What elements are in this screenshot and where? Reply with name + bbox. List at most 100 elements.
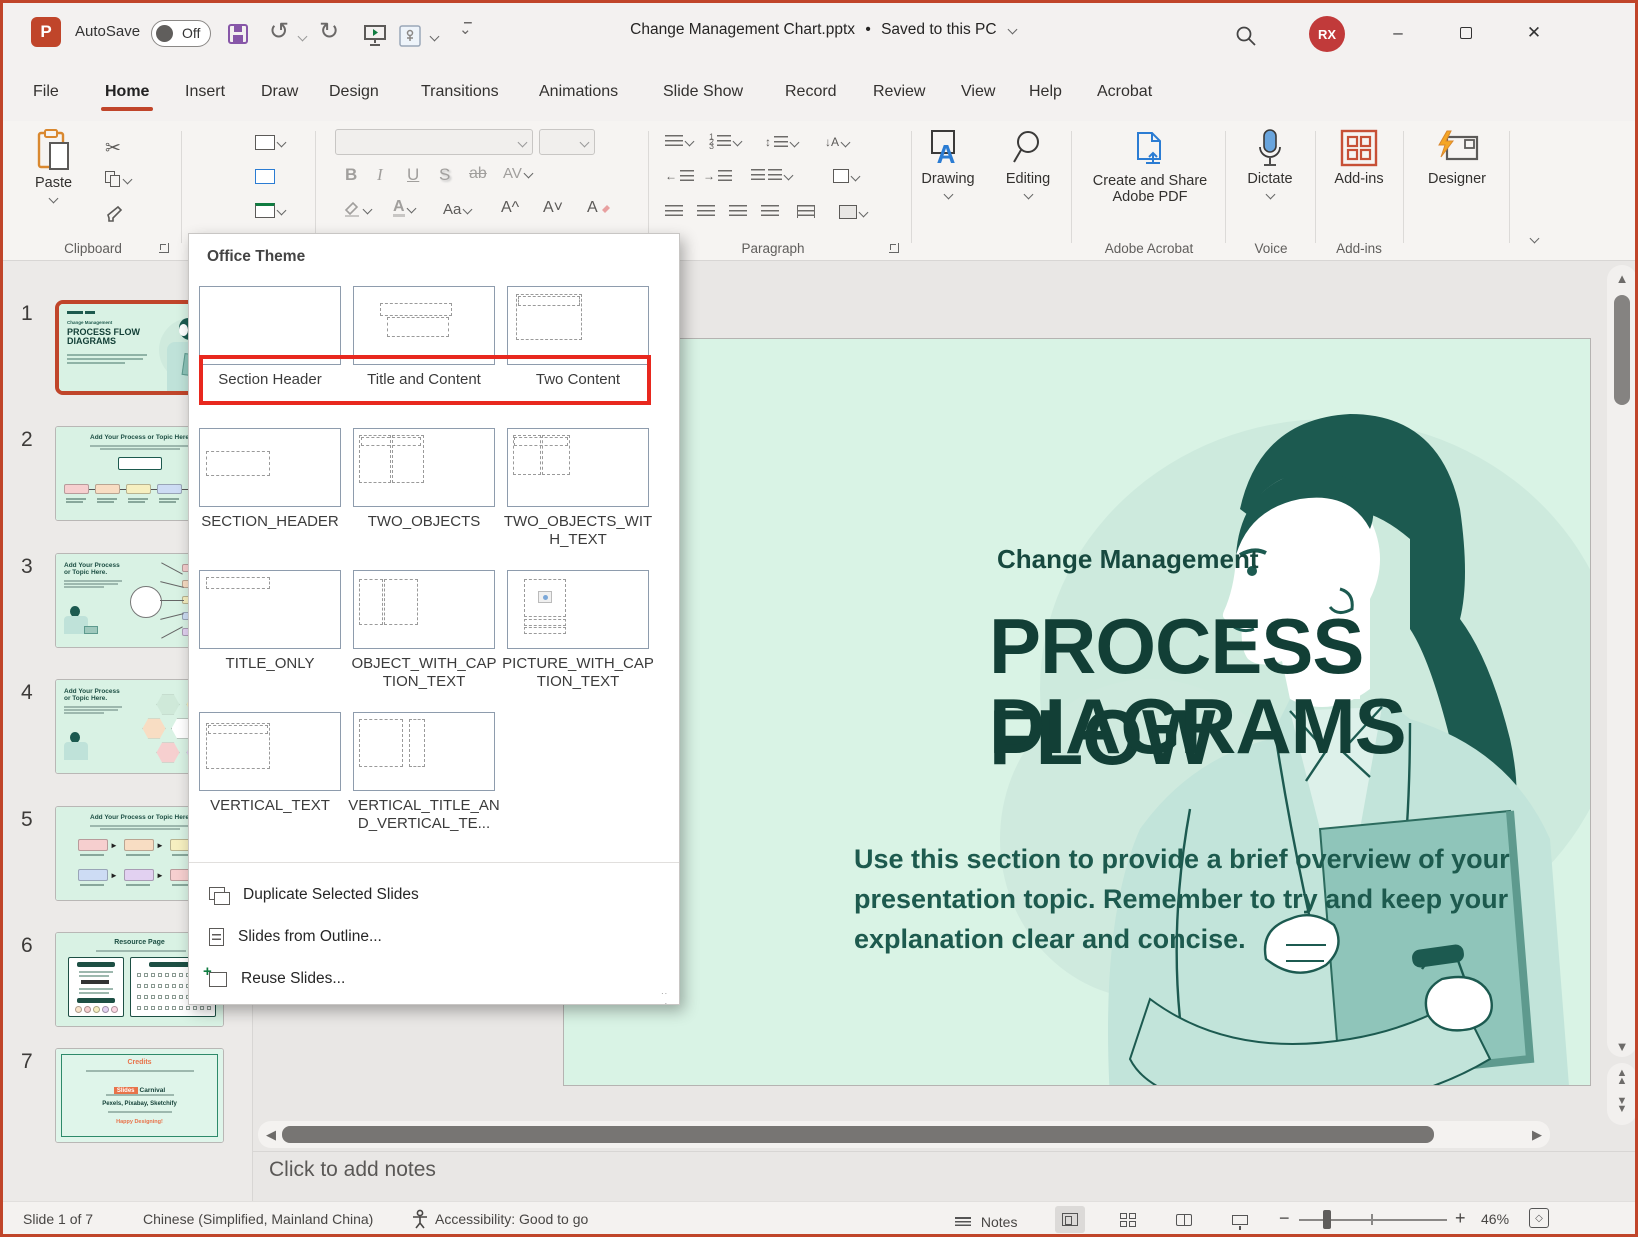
layout-option-title-only[interactable]: TITLE_ONLY bbox=[199, 570, 341, 673]
create-share-adobe-pdf-button[interactable]: Create and Share Adobe PDF bbox=[1085, 129, 1215, 205]
slide-canvas[interactable]: Change Management PROCESS FLOW DIAGRAMS … bbox=[563, 338, 1591, 1086]
document-title[interactable]: Change Management Chart.pptx • Saved to … bbox=[503, 21, 1143, 39]
tab-slide-show[interactable]: Slide Show bbox=[661, 77, 745, 107]
reset-slide-icon[interactable] bbox=[255, 169, 275, 184]
menu-item-reuse-slides[interactable]: Reuse Slides... bbox=[189, 958, 679, 1000]
scroll-down-icon[interactable]: ▼ bbox=[1614, 1039, 1630, 1054]
tab-acrobat[interactable]: Acrobat bbox=[1095, 77, 1154, 107]
slide-counter[interactable]: Slide 1 of 7 bbox=[23, 1211, 93, 1227]
reading-view-button[interactable] bbox=[1169, 1206, 1199, 1233]
font-color-button[interactable]: A bbox=[393, 199, 415, 217]
decrease-indent-button[interactable]: ← bbox=[665, 169, 694, 183]
text-shadow-button[interactable]: S bbox=[439, 165, 450, 185]
customize-qat-icon[interactable]: ⌄̅ bbox=[459, 17, 472, 43]
align-left-button[interactable] bbox=[665, 205, 683, 218]
fit-slide-to-window-button[interactable]: ◇ bbox=[1529, 1208, 1549, 1228]
tab-view[interactable]: View bbox=[959, 77, 997, 107]
tab-design[interactable]: Design bbox=[327, 77, 381, 107]
slide-sorter-view-button[interactable] bbox=[1113, 1206, 1143, 1233]
powerpoint-logo-icon[interactable]: P bbox=[31, 17, 61, 47]
shrink-font-button[interactable]: A˅ bbox=[543, 199, 563, 217]
copy-icon[interactable] bbox=[105, 171, 131, 187]
text-box-direction-button[interactable] bbox=[833, 169, 859, 183]
zoom-out-button[interactable]: − bbox=[1279, 1208, 1290, 1229]
clipboard-dialog-launcher[interactable] bbox=[159, 243, 169, 253]
section-icon[interactable] bbox=[255, 203, 285, 218]
slide-body-line3[interactable]: explanation clear and concise. bbox=[854, 924, 1246, 955]
tab-animations[interactable]: Animations bbox=[537, 77, 620, 107]
slide-body-line1[interactable]: Use this section to provide a brief over… bbox=[854, 844, 1510, 875]
animation-pane-icon[interactable] bbox=[399, 25, 425, 47]
layout-option-section-header2[interactable]: SECTION_HEADER bbox=[199, 428, 341, 531]
align-center-button[interactable] bbox=[697, 205, 715, 218]
tab-insert[interactable]: Insert bbox=[183, 77, 227, 107]
slide-title-line2[interactable]: DIAGRAMS bbox=[989, 681, 1406, 772]
notes-divider[interactable] bbox=[253, 1151, 1638, 1152]
tab-review[interactable]: Review bbox=[871, 77, 927, 107]
line-spacing-button[interactable]: ↕ bbox=[765, 135, 798, 149]
grow-font-button[interactable]: A^ bbox=[501, 199, 519, 217]
italic-button[interactable]: I bbox=[377, 165, 383, 185]
format-painter-icon[interactable] bbox=[105, 205, 123, 223]
bold-button[interactable]: B bbox=[345, 165, 357, 185]
layout-option-two-objects[interactable]: TWO_OBJECTS bbox=[353, 428, 495, 531]
tab-home[interactable]: Home bbox=[103, 77, 151, 107]
layout-option-object-caption[interactable]: OBJECT_WITH_CAPTION_TEXT bbox=[353, 570, 495, 691]
zoom-level[interactable]: 46% bbox=[1481, 1211, 1509, 1227]
text-direction-button[interactable]: ↓A bbox=[825, 135, 849, 149]
tab-draw[interactable]: Draw bbox=[259, 77, 300, 107]
scroll-up-icon[interactable]: ▲ bbox=[1614, 271, 1630, 286]
slide-eyebrow-text[interactable]: Change Management bbox=[997, 544, 1259, 575]
increase-indent-button[interactable]: → bbox=[703, 169, 732, 183]
highlight-color-button[interactable] bbox=[343, 201, 371, 217]
language-status[interactable]: Chinese (Simplified, Mainland China) bbox=[143, 1211, 373, 1227]
slide-thumbnail-7[interactable]: CreditsSlidesCarnivalPexels, Pixabay, Sk… bbox=[55, 1048, 224, 1143]
change-case-button[interactable]: Aa bbox=[443, 201, 471, 218]
menu-resize-handle[interactable]: ∙∙ ∙ bbox=[661, 988, 673, 1000]
minimize-button[interactable]: – bbox=[1375, 13, 1421, 53]
search-icon[interactable] bbox=[1235, 25, 1257, 47]
layout-option-vertical-text[interactable]: VERTICAL_TEXT bbox=[199, 712, 341, 815]
columns-button[interactable] bbox=[751, 169, 792, 182]
convert-smartart-button[interactable] bbox=[839, 205, 867, 219]
slide-body-line2[interactable]: presentation topic. Remember to try and … bbox=[854, 884, 1508, 915]
tab-transitions[interactable]: Transitions bbox=[419, 77, 501, 107]
menu-item-slides-from-outline[interactable]: Slides from Outline... bbox=[189, 916, 679, 958]
qat-item-chevron-icon[interactable] bbox=[430, 32, 440, 42]
bullets-button[interactable] bbox=[665, 135, 693, 148]
numbering-button[interactable]: 123 bbox=[709, 135, 741, 149]
dictate-button[interactable]: Dictate bbox=[1237, 129, 1303, 198]
menu-item-duplicate-selected-slides[interactable]: Duplicate Selected Slides bbox=[189, 874, 679, 916]
font-size-combo[interactable] bbox=[539, 129, 595, 155]
tab-record[interactable]: Record bbox=[783, 77, 839, 107]
designer-button[interactable]: Designer bbox=[1413, 129, 1501, 187]
distribute-button[interactable] bbox=[797, 205, 815, 218]
close-button[interactable]: ✕ bbox=[1511, 13, 1557, 53]
redo-icon[interactable]: ↻ bbox=[319, 19, 339, 45]
paste-button[interactable]: Paste bbox=[35, 129, 72, 202]
slideshow-view-button[interactable] bbox=[1225, 1206, 1255, 1233]
start-slideshow-icon[interactable] bbox=[363, 23, 387, 47]
maximize-button[interactable] bbox=[1443, 13, 1489, 53]
scroll-left-icon[interactable]: ◀ bbox=[266, 1127, 276, 1143]
justify-button[interactable] bbox=[761, 205, 779, 218]
account-avatar[interactable]: RX bbox=[1309, 16, 1345, 52]
clear-formatting-button[interactable]: A bbox=[587, 199, 611, 217]
undo-chevron-icon[interactable] bbox=[298, 32, 308, 42]
notes-toggle[interactable]: Notes bbox=[955, 1214, 1017, 1230]
vertical-scrollbar-thumb[interactable] bbox=[1614, 295, 1630, 405]
normal-view-button[interactable] bbox=[1055, 1206, 1085, 1233]
undo-icon[interactable]: ↺ bbox=[269, 19, 289, 45]
zoom-slider-track[interactable] bbox=[1299, 1219, 1447, 1221]
cut-icon[interactable]: ✂ bbox=[105, 137, 121, 160]
layout-option-vertical-title[interactable]: VERTICAL_TITLE_AND_VERTICAL_TE... bbox=[353, 712, 495, 833]
horizontal-scrollbar[interactable]: ◀ ▶ bbox=[258, 1121, 1550, 1148]
character-spacing-button[interactable]: AV bbox=[503, 165, 532, 182]
editing-button[interactable]: Editing bbox=[997, 129, 1059, 198]
layout-option-picture-caption[interactable]: PICTURE_WITH_CAPTION_TEXT bbox=[507, 570, 649, 691]
strikethrough-button[interactable]: ab bbox=[469, 165, 487, 183]
zoom-in-button[interactable]: + bbox=[1455, 1208, 1466, 1229]
autosave-toggle[interactable]: Off bbox=[151, 20, 211, 47]
addins-button[interactable]: Add-ins bbox=[1325, 129, 1393, 187]
paragraph-dialog-launcher[interactable] bbox=[889, 243, 899, 253]
